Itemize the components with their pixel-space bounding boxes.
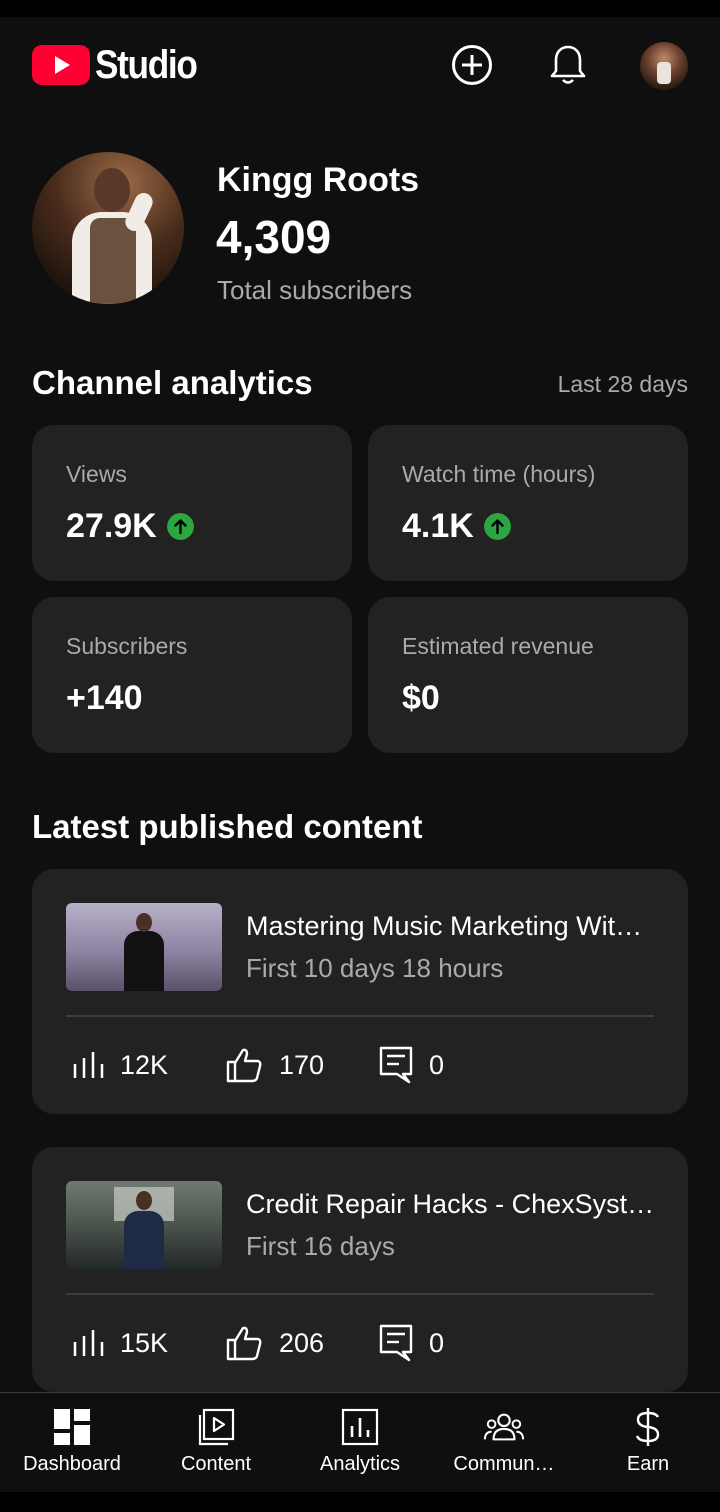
trend-up-icon bbox=[166, 513, 194, 540]
total-subscribers-label: Total subscribers bbox=[217, 275, 413, 305]
content-icon bbox=[196, 1407, 236, 1447]
card-value: 27.9K bbox=[66, 507, 157, 545]
card-value-row: +140 bbox=[66, 679, 143, 718]
subscribers-card[interactable]: Subscribers +140 bbox=[32, 597, 352, 753]
card-label: Watch time (hours) bbox=[402, 461, 596, 487]
views-value: 15K bbox=[120, 1327, 169, 1358]
latest-content-title: Latest published content bbox=[32, 808, 423, 845]
views-stat: 12K bbox=[72, 1037, 168, 1093]
channel-analytics-title: Channel analytics bbox=[32, 364, 313, 401]
card-label: Subscribers bbox=[66, 633, 188, 659]
nav-label: Earn bbox=[626, 1453, 670, 1475]
views-stat: 15K bbox=[72, 1315, 168, 1371]
card-value: 4.1K bbox=[402, 507, 474, 545]
video-period: First 10 days 18 hours bbox=[246, 953, 504, 983]
likes-stat: 206 bbox=[225, 1315, 324, 1371]
bell-icon bbox=[550, 45, 586, 84]
system-nav-bar bbox=[0, 1492, 720, 1512]
thumbs-up-icon bbox=[226, 1048, 262, 1083]
channel-avatar bbox=[32, 152, 184, 304]
bottom-navigation: Dashboard Content Analytics Commun… Earn bbox=[0, 1392, 720, 1493]
account-avatar[interactable] bbox=[640, 42, 688, 90]
community-icon bbox=[484, 1407, 524, 1447]
logo-text: Studio bbox=[95, 43, 198, 87]
comments-stat: 0 bbox=[379, 1037, 444, 1093]
bar-chart-icon bbox=[73, 1330, 104, 1356]
video-period: First 16 days bbox=[246, 1231, 395, 1261]
views-value: 12K bbox=[120, 1049, 169, 1080]
card-value-row: 27.9K bbox=[66, 507, 194, 546]
card-label: Estimated revenue bbox=[402, 633, 594, 659]
card-value: $0 bbox=[402, 679, 440, 717]
nav-content[interactable]: Content bbox=[144, 1393, 288, 1493]
status-bar bbox=[0, 0, 720, 17]
nav-label: Analytics bbox=[319, 1453, 401, 1475]
comment-icon bbox=[379, 1046, 413, 1084]
comment-icon bbox=[379, 1324, 413, 1362]
card-value-row: $0 bbox=[402, 679, 440, 718]
nav-label: Commun… bbox=[453, 1453, 555, 1475]
dashboard-icon bbox=[52, 1407, 92, 1447]
likes-value: 170 bbox=[279, 1049, 325, 1080]
comments-value: 0 bbox=[429, 1049, 445, 1080]
analytics-icon bbox=[340, 1407, 380, 1447]
card-label: Views bbox=[66, 461, 127, 487]
nav-label: Content bbox=[180, 1453, 252, 1475]
comments-value: 0 bbox=[429, 1327, 445, 1358]
add-circle-icon bbox=[452, 45, 492, 85]
likes-stat: 170 bbox=[225, 1037, 324, 1093]
video-card[interactable]: Mastering Music Marketing Wit… First 10 … bbox=[32, 869, 688, 1114]
divider bbox=[66, 1293, 654, 1295]
estimated-revenue-card[interactable]: Estimated revenue $0 bbox=[368, 597, 688, 753]
video-title: Credit Repair Hacks - ChexSyst… bbox=[246, 1189, 655, 1219]
nav-dashboard[interactable]: Dashboard bbox=[0, 1393, 144, 1493]
video-title: Mastering Music Marketing Wit… bbox=[246, 911, 643, 941]
nav-label: Dashboard bbox=[23, 1453, 121, 1475]
nav-earn[interactable]: Earn bbox=[576, 1393, 720, 1493]
likes-value: 206 bbox=[279, 1327, 325, 1358]
comments-stat: 0 bbox=[379, 1315, 444, 1371]
youtube-studio-logo[interactable]: Studio bbox=[32, 45, 210, 85]
nav-analytics[interactable]: Analytics bbox=[288, 1393, 432, 1493]
notifications-button[interactable] bbox=[545, 42, 591, 88]
divider bbox=[66, 1015, 654, 1017]
channel-name: Kingg Roots bbox=[217, 161, 420, 199]
video-thumbnail[interactable] bbox=[66, 903, 222, 991]
thumbs-up-icon bbox=[226, 1326, 262, 1361]
dollar-icon bbox=[628, 1407, 668, 1447]
nav-community[interactable]: Commun… bbox=[432, 1393, 576, 1493]
video-card[interactable]: Credit Repair Hacks - ChexSyst… First 16… bbox=[32, 1147, 688, 1392]
video-thumbnail[interactable] bbox=[66, 1181, 222, 1269]
card-value-row: 4.1K bbox=[402, 507, 511, 546]
top-app-bar: Studio bbox=[0, 17, 720, 117]
card-value: +140 bbox=[66, 679, 143, 717]
analytics-date-range: Last 28 days bbox=[557, 371, 688, 397]
watch-time-card[interactable]: Watch time (hours) 4.1K bbox=[368, 425, 688, 581]
trend-up-icon bbox=[483, 513, 511, 540]
bar-chart-icon bbox=[73, 1052, 104, 1078]
create-button[interactable] bbox=[449, 42, 495, 88]
views-card[interactable]: Views 27.9K bbox=[32, 425, 352, 581]
total-subscribers-count: 4,309 bbox=[216, 211, 332, 263]
youtube-play-icon bbox=[32, 45, 90, 85]
